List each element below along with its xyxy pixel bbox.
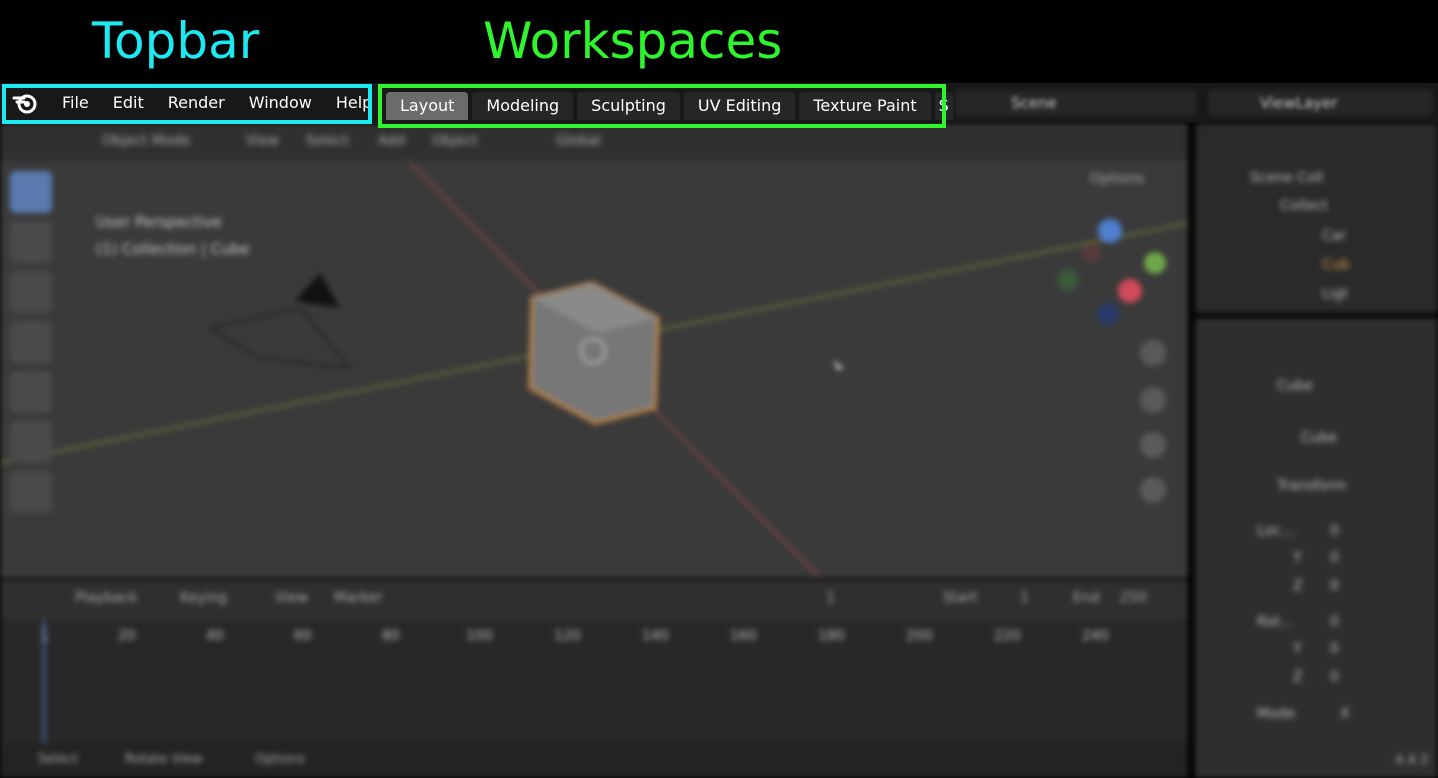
- 3d-viewport[interactable]: Object Mode View Select Add Object Globa…: [0, 123, 1188, 578]
- frame-number: 40: [206, 628, 224, 644]
- frame-number: 160: [730, 628, 757, 644]
- frame-number: 100: [466, 628, 493, 644]
- mode-label: Mode: [1257, 706, 1296, 722]
- status-hint-rotate-view: Rotate View: [125, 752, 203, 767]
- transform-tool[interactable]: [10, 421, 52, 463]
- rotate-tool[interactable]: [10, 321, 52, 363]
- location-z-label: Z: [1293, 578, 1303, 594]
- topbar-right: Scene ViewLayer: [950, 84, 1438, 122]
- location-x-value[interactable]: 0: [1330, 523, 1339, 539]
- location-label: Loc...: [1257, 523, 1295, 539]
- rotation-y-value[interactable]: 0: [1330, 641, 1339, 657]
- rotation-label: Rot...: [1257, 614, 1294, 630]
- timeline-menu-playback[interactable]: Playback: [75, 590, 137, 606]
- frame-number: 20: [118, 628, 136, 644]
- scene-selector[interactable]: Scene: [956, 90, 1196, 116]
- view-layer-name: ViewLayer: [1260, 94, 1338, 112]
- orientation-dropdown[interactable]: Global: [556, 133, 601, 149]
- start-frame-value[interactable]: 1: [1020, 590, 1029, 606]
- viewport-menu-object[interactable]: Object: [432, 133, 478, 149]
- camera-frustum: [207, 306, 353, 370]
- frame-number: 140: [642, 628, 669, 644]
- outliner-item-scene-collection[interactable]: Scene Coll: [1250, 170, 1323, 186]
- status-hint-select: Select: [38, 752, 79, 767]
- tool-shelf: [10, 163, 70, 578]
- status-bar: Select Rotate View Options: [0, 743, 1188, 778]
- outliner-item-collection[interactable]: Collect: [1280, 198, 1328, 214]
- frame-number: 80: [382, 628, 400, 644]
- properties-panel: Cube Cube Transform Loc... 0 Y 0 Z 0 Rot…: [1195, 318, 1438, 778]
- move-tool[interactable]: [10, 271, 52, 313]
- object-mode-dropdown[interactable]: Object Mode: [102, 133, 190, 149]
- scale-tool[interactable]: [10, 371, 52, 413]
- options-dropdown[interactable]: Options: [1090, 171, 1144, 187]
- playhead[interactable]: [43, 620, 45, 745]
- view-layer-selector[interactable]: ViewLayer: [1208, 90, 1433, 116]
- rotation-x-value[interactable]: 0: [1330, 614, 1339, 630]
- scene-name: Scene: [1011, 94, 1057, 112]
- current-frame-field[interactable]: 1: [826, 590, 835, 606]
- timeline-menu-keying[interactable]: Keying: [180, 590, 227, 606]
- camera-object: [295, 273, 340, 308]
- viewport-collection-label: (1) Collection | Cube: [96, 240, 250, 258]
- main-area: Object Mode View Select Add Object Globa…: [0, 123, 1438, 778]
- workspaces-annotation-label: Workspaces: [483, 12, 783, 70]
- location-z-value[interactable]: 0: [1330, 578, 1339, 594]
- viewport-menu-select[interactable]: Select: [306, 133, 349, 149]
- timeline-menu-marker[interactable]: Marker: [334, 590, 382, 606]
- rotation-y-label: Y: [1293, 641, 1302, 657]
- frame-number: 220: [994, 628, 1021, 644]
- viewport-menu-view[interactable]: View: [246, 133, 279, 149]
- outliner: Scene Coll Collect Car Cub Ligt: [1195, 123, 1438, 313]
- topbar-annotation-label: Topbar: [92, 12, 260, 70]
- end-frame-value[interactable]: 250: [1120, 590, 1147, 606]
- outliner-item-light[interactable]: Ligt: [1322, 286, 1348, 302]
- properties-object-name: Cube: [1277, 378, 1314, 394]
- frame-number: 60: [294, 628, 312, 644]
- frame-number: 200: [906, 628, 933, 644]
- viewport-perspective-label: User Perspective: [96, 213, 222, 231]
- rotation-z-label: Z: [1293, 669, 1303, 685]
- topbar-annotation-box: [2, 84, 372, 124]
- timeline-menu-view[interactable]: View: [275, 590, 308, 606]
- timeline-header: Playback Keying View Marker 1 Start 1 En…: [0, 580, 1188, 620]
- frame-number: 240: [1082, 628, 1109, 644]
- status-hint-options: Options: [255, 752, 306, 767]
- outliner-item-cube[interactable]: Cub: [1322, 257, 1350, 273]
- cursor-tool[interactable]: [10, 221, 52, 263]
- transform-panel-header[interactable]: Transform: [1277, 478, 1347, 494]
- workspaces-annotation-box: [378, 84, 946, 128]
- frame-number: 120: [554, 628, 581, 644]
- location-y-label: Y: [1293, 550, 1302, 566]
- select-box-tool[interactable]: [10, 171, 52, 213]
- frame-number: 180: [818, 628, 845, 644]
- end-frame-label: End: [1073, 590, 1100, 606]
- annotate-tool[interactable]: [10, 471, 52, 513]
- location-y-value[interactable]: 0: [1330, 550, 1339, 566]
- properties-mesh-name[interactable]: Cube: [1301, 430, 1337, 446]
- outliner-item-camera[interactable]: Car: [1322, 228, 1346, 244]
- viewport-header: Object Mode View Select Add Object Globa…: [0, 123, 1188, 161]
- viewport-menu-add[interactable]: Add: [378, 133, 405, 149]
- viewport-scene: [0, 162, 1188, 578]
- start-frame-label: Start: [943, 590, 978, 606]
- mode-dropdown[interactable]: X: [1340, 706, 1350, 722]
- rotation-z-value[interactable]: 0: [1330, 669, 1339, 685]
- version-label: 4.4.3: [1395, 753, 1429, 768]
